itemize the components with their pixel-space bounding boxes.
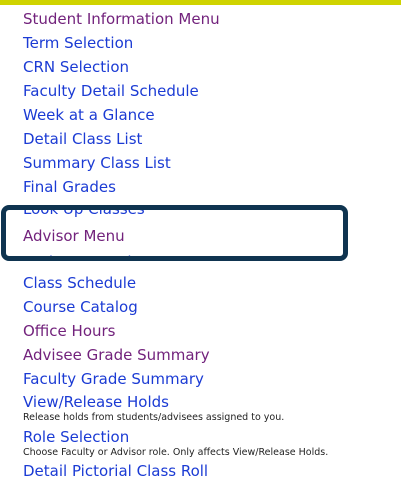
menu-link-crn-selection[interactable]: CRN Selection	[23, 58, 129, 76]
faculty-services-menu: Student Information Menu Term Selection …	[0, 0, 401, 488]
menu-link-week-at-a-glance[interactable]: Week at a Glance	[23, 106, 155, 124]
menu-link-class-schedule[interactable]: Class Schedule	[23, 274, 136, 292]
top-accent-bar	[0, 0, 401, 5]
menu-link-summary-class-list[interactable]: Summary Class List	[23, 154, 171, 172]
menu-link-view-release-holds[interactable]: View/Release Holds	[23, 393, 169, 411]
menu-link-role-selection[interactable]: Role Selection	[23, 428, 129, 446]
menu-link-detail-pictorial-class-roll[interactable]: Detail Pictorial Class Roll	[23, 462, 208, 480]
menu-link-advisee-grade-summary[interactable]: Advisee Grade Summary	[23, 346, 210, 364]
menu-link-faculty-grade-summary[interactable]: Faculty Grade Summary	[23, 370, 204, 388]
role-selection-description: Choose Faculty or Advisor role. Only aff…	[23, 447, 329, 458]
menu-link-course-catalog[interactable]: Course Catalog	[23, 298, 138, 316]
menu-link-detail-class-list[interactable]: Detail Class List	[23, 130, 142, 148]
menu-link-final-grades[interactable]: Final Grades	[23, 178, 116, 196]
advisor-menu-highlight	[1, 205, 348, 261]
view-release-holds-description: Release holds from students/advisees ass…	[23, 412, 285, 423]
menu-link-faculty-detail-schedule[interactable]: Faculty Detail Schedule	[23, 82, 199, 100]
menu-link-student-information[interactable]: Student Information Menu	[23, 10, 220, 28]
menu-link-office-hours[interactable]: Office Hours	[23, 322, 116, 340]
menu-link-term-selection[interactable]: Term Selection	[23, 34, 133, 52]
